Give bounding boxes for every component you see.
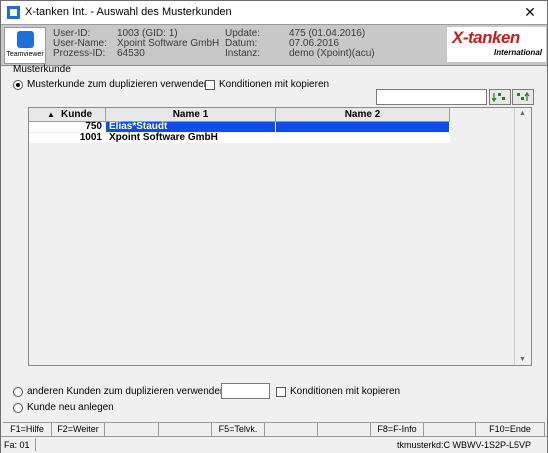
cell-kunde: 750: [85, 121, 102, 132]
brand-logo: X-tanken International: [447, 27, 546, 62]
copy-conditions-label: Konditionen mit kopieren: [219, 79, 330, 90]
fkey-f8[interactable]: F8=F-Info: [371, 423, 424, 436]
brand-name: X-tanken: [452, 28, 520, 47]
fkey-f4[interactable]: [159, 423, 212, 436]
status-divider: [35, 438, 36, 451]
column-header-name1[interactable]: Name 1: [106, 108, 276, 122]
prozess-id-label: Prozess-ID:: [53, 48, 106, 59]
instanz-value: demo (Xpoint)(acu): [289, 48, 375, 59]
column-header-label: Kunde: [61, 109, 93, 120]
column-header-kunde[interactable]: ▲ Kunde: [29, 108, 106, 122]
fkey-f1[interactable]: F1=Hilfe: [3, 423, 52, 436]
copy-conditions-checkbox[interactable]: [205, 80, 215, 90]
radio-use-template[interactable]: [13, 80, 23, 90]
scroll-up-icon[interactable]: ▲: [519, 110, 526, 117]
group-label: Musterkunde: [13, 64, 71, 75]
status-left: Fa: 01: [4, 440, 30, 450]
teamviewer-label: Teamviewer: [6, 51, 44, 58]
scroll-down-icon[interactable]: ▼: [519, 356, 526, 363]
sort-triangle-icon: ▲: [47, 110, 55, 119]
cell-name2: [276, 122, 449, 132]
info-header: Teamviewer User-ID: 1003 (GID: 1) User-N…: [1, 24, 547, 66]
cell-name1: Xpoint Software GmbH: [109, 132, 218, 143]
fkey-f2[interactable]: F2=Weiter: [52, 423, 105, 436]
cell-kunde: 1001: [79, 132, 102, 143]
function-key-bar: F1=Hilfe F2=Weiter F5=Telvk. F8=F-Info F…: [3, 422, 545, 436]
title-bar: X-tanken Int. - Auswahl des Musterkunden…: [1, 1, 547, 24]
radio-use-template-label: Musterkunde zum duplizieren verwenden: [27, 79, 210, 90]
brand-sub: International: [493, 48, 542, 57]
table-row[interactable]: 1001 Xpoint Software GmbH: [29, 133, 450, 143]
copy-conditions-checkbox-2[interactable]: [276, 387, 286, 397]
cell-name1: Elias*Staudt: [106, 122, 275, 132]
copy-conditions-label-2: Konditionen mit kopieren: [290, 386, 401, 397]
teamviewer-icon: [17, 31, 34, 48]
status-bar: Fa: 01 tkmusterkd:C WBWV-1S2P-L5VP: [1, 436, 547, 453]
customer-table: ▲ Kunde Name 1 Name 2 750 Elias*Staudt 1…: [28, 107, 532, 366]
fkey-f6[interactable]: [265, 423, 318, 436]
fkey-f5[interactable]: F5=Telvk.: [212, 423, 265, 436]
prozess-id-value: 64530: [117, 48, 145, 59]
sort-up-icon: [517, 92, 530, 101]
radio-new-customer[interactable]: [13, 403, 23, 413]
sort-down-icon: [492, 93, 505, 102]
fkey-f10[interactable]: F10=Ende: [476, 423, 545, 436]
radio-other-customer-label: anderen Kunden zum duplizieren verwenden: [27, 386, 226, 397]
table-scrollbar[interactable]: ▲ ▼: [514, 108, 531, 365]
status-right: tkmusterkd:C WBWV-1S2P-L5VP: [396, 440, 531, 450]
main-window: X-tanken Int. - Auswahl des Musterkunden…: [0, 0, 548, 453]
cell-name2: [276, 133, 449, 143]
other-customer-input[interactable]: [221, 383, 270, 399]
close-icon[interactable]: ✕: [513, 1, 547, 24]
search-input[interactable]: [376, 89, 487, 105]
fkey-f3[interactable]: [105, 423, 159, 436]
window-title: X-tanken Int. - Auswahl des Musterkunden: [25, 6, 232, 18]
sort-descending-button[interactable]: [512, 89, 534, 105]
radio-other-customer[interactable]: [13, 387, 23, 397]
teamviewer-button[interactable]: Teamviewer: [4, 27, 46, 64]
sort-ascending-button[interactable]: [489, 89, 511, 105]
fkey-f7[interactable]: [318, 423, 371, 436]
column-header-name2[interactable]: Name 2: [276, 108, 450, 122]
radio-new-customer-label: Kunde neu anlegen: [27, 402, 114, 413]
table-row[interactable]: 750 Elias*Staudt: [29, 122, 450, 132]
fkey-f9[interactable]: [424, 423, 476, 436]
instanz-label: Instanz:: [225, 48, 261, 59]
app-icon: [7, 6, 20, 19]
